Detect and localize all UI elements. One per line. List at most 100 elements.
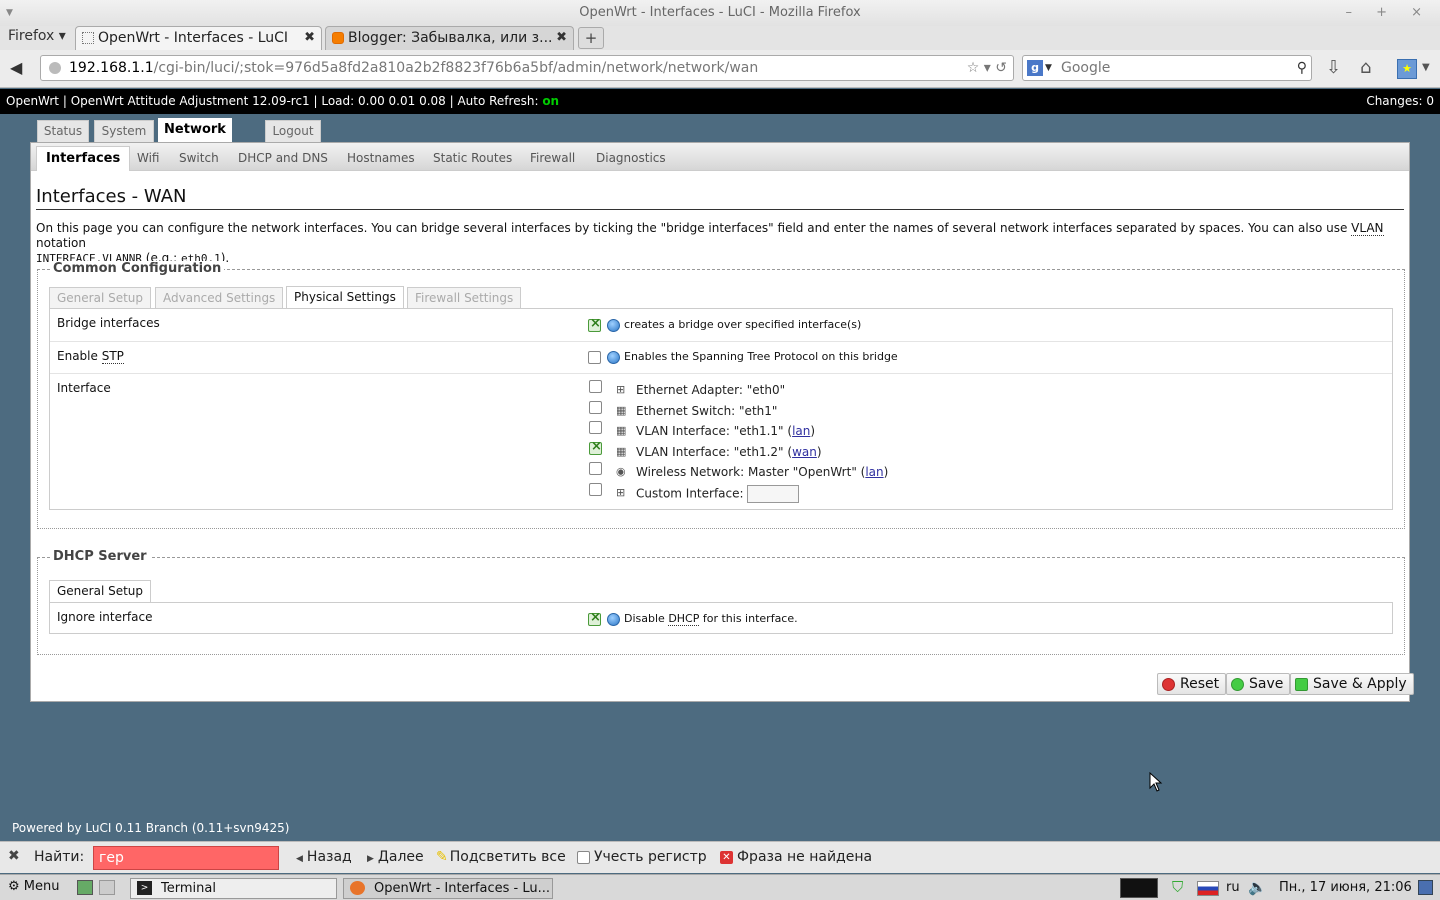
url-bar[interactable]: 192.168.1.1/cgi-bin/luci/;stok=976d5a8fd… [40, 55, 1014, 81]
window-controls[interactable]: – + × [1345, 0, 1432, 26]
task-terminal[interactable]: > Terminal [130, 878, 337, 899]
find-prev-button[interactable]: ◀ Назад [296, 849, 352, 865]
network-subtabs: Interfaces Wifi Switch DHCP and DNS Host… [31, 143, 1409, 171]
url-host: 192.168.1.1 [69, 60, 154, 76]
keyboard-layout[interactable]: ru [1226, 880, 1240, 895]
save-apply-button[interactable]: Save & Apply [1290, 673, 1414, 695]
new-tab-button[interactable]: + [578, 27, 604, 49]
page-icon [82, 32, 94, 44]
browser-tab-openwrt[interactable]: OpenWrt - Interfaces - LuCI ✖ [75, 26, 322, 50]
network-link-wan[interactable]: wan [792, 445, 817, 459]
save-button[interactable]: Save [1226, 673, 1291, 695]
reset-button[interactable]: Reset [1157, 673, 1227, 695]
apply-icon [1295, 678, 1308, 691]
find-input[interactable] [93, 846, 279, 870]
subtab-hostnames[interactable]: Hostnames [347, 151, 415, 165]
custom-interface-input[interactable] [747, 485, 800, 503]
menu-button[interactable]: ⚙ Menu [8, 879, 60, 894]
section-legend: DHCP Server [50, 549, 150, 564]
ctab-firewall-settings[interactable]: Firewall Settings [407, 287, 522, 309]
chevron-down-icon[interactable]: ▼ [1045, 56, 1052, 80]
network-link-lan[interactable]: lan [865, 465, 883, 479]
ignore-label: Ignore interface [57, 610, 153, 624]
ignore-help: Disable [624, 612, 669, 625]
row-bridge-interfaces: Bridge interfaces creates a bridge over … [50, 309, 1392, 342]
close-findbar-icon[interactable]: ✖ [8, 848, 20, 864]
interface-checkbox[interactable] [589, 462, 602, 475]
shield-icon[interactable]: ⛉ [1172, 878, 1183, 896]
stp-label: Enable STP [57, 349, 124, 364]
tab-network[interactable]: Network [158, 118, 232, 142]
stp-checkbox[interactable] [588, 350, 601, 364]
interface-checkbox[interactable] [589, 421, 602, 434]
home-icon[interactable]: ⌂ [1360, 57, 1371, 78]
highlight-all-button[interactable]: ✎ Подсветить все [436, 849, 566, 865]
interface-option-label: Ethernet Adapter: "eth0" [636, 383, 786, 397]
ethernet-icon: ⊞ [616, 383, 626, 396]
ctab-dhcp-general-setup[interactable]: General Setup [49, 580, 152, 603]
desc-text: On this page you can configure the netwo… [36, 221, 1352, 235]
interface-option-label: VLAN Interface: "eth1.2" (wan) [636, 445, 822, 459]
browser-tab-blogger[interactable]: Blogger: Забывалка, или з... ✖ [325, 26, 574, 50]
interface-option-label: VLAN Interface: "eth1.1" (lan) [636, 424, 816, 438]
cpu-monitor-icon [1120, 878, 1158, 898]
interface-checkbox[interactable] [589, 401, 602, 414]
interface-option-label: Custom Interface: [636, 485, 800, 503]
bookmark-addon-icon[interactable]: ★ [1397, 59, 1417, 79]
ctab-general-setup[interactable]: General Setup [49, 287, 152, 309]
subtab-wifi[interactable]: Wifi [137, 151, 160, 165]
tab-logout[interactable]: Logout [265, 120, 321, 142]
show-desktop-icon[interactable] [77, 880, 93, 895]
subtab-firewall[interactable]: Firewall [530, 151, 575, 165]
interface-checkbox[interactable] [589, 380, 602, 393]
changes-link[interactable]: Changes: 0 [1366, 89, 1434, 114]
dhcp-server-section: DHCP Server General Setup Ignore interfa… [37, 549, 1405, 655]
subtab-dhcp-dns[interactable]: DHCP and DNS [238, 151, 328, 165]
ctab-physical-settings[interactable]: Physical Settings [286, 286, 404, 309]
url-tools[interactable]: ☆ ▾ ↺ [967, 56, 1007, 80]
subtab-diagnostics[interactable]: Diagnostics [596, 151, 666, 165]
interface-text: VLAN Interface: "eth1.2" ( [636, 445, 793, 459]
download-icon[interactable]: ⇩ [1326, 57, 1341, 78]
notification-icon[interactable] [1418, 880, 1433, 895]
window-titlebar: ▼ OpenWrt - Interfaces - LuCI - Mozilla … [0, 0, 1440, 26]
subtab-switch[interactable]: Switch [179, 151, 219, 165]
interface-option-label: Wireless Network: Master "OpenWrt" (lan) [636, 465, 889, 479]
flag-ru-icon[interactable] [1197, 881, 1219, 896]
auto-refresh-toggle[interactable]: on [542, 94, 559, 108]
google-icon[interactable]: g [1027, 60, 1043, 76]
error-icon: ✕ [720, 850, 733, 864]
ignore-field: Disable DHCP for this interface. [588, 610, 798, 626]
search-bar[interactable]: g ▼ Google ⚲ [1022, 55, 1312, 81]
task-firefox[interactable]: OpenWrt - Interfaces - Lu... [343, 878, 553, 899]
chevron-down-icon[interactable]: ▼ [1422, 62, 1430, 73]
dhcp-abbr: DHCP [668, 612, 700, 626]
find-next-button[interactable]: ▶ Далее [367, 849, 424, 865]
reset-label: Reset [1180, 676, 1220, 692]
volume-icon[interactable]: 🔈 [1248, 878, 1267, 896]
match-case-checkbox[interactable] [577, 850, 590, 864]
match-case-toggle[interactable]: Учесть регистр [577, 849, 707, 865]
back-arrow-icon[interactable]: ◀ [10, 58, 22, 77]
ignore-checkbox[interactable] [588, 610, 601, 626]
firefox-icon [350, 881, 365, 895]
help-icon [607, 318, 620, 332]
subtab-interfaces[interactable]: Interfaces [36, 146, 131, 171]
window-menu-icon[interactable]: ▼ [6, 0, 13, 26]
close-tab-icon[interactable]: ✖ [556, 27, 567, 49]
page-title: Interfaces - WAN [36, 186, 1404, 210]
firefox-menu-button[interactable]: Firefox ▾ [8, 28, 66, 44]
interface-checkbox[interactable] [589, 439, 602, 455]
bridge-checkbox[interactable] [588, 316, 601, 332]
site-identity-icon[interactable] [49, 62, 61, 74]
subtab-static-routes[interactable]: Static Routes [433, 151, 512, 165]
ctab-advanced-settings[interactable]: Advanced Settings [155, 287, 284, 309]
tab-status[interactable]: Status [37, 120, 89, 142]
tab-system[interactable]: System [94, 120, 154, 142]
close-tab-icon[interactable]: ✖ [304, 27, 315, 49]
network-link-lan[interactable]: lan [792, 424, 810, 438]
common-configuration-section: Common Configuration General Setup Advan… [37, 261, 1405, 529]
file-manager-icon[interactable] [99, 880, 115, 895]
interface-checkbox[interactable] [589, 483, 602, 496]
search-icon[interactable]: ⚲ [1297, 56, 1307, 80]
